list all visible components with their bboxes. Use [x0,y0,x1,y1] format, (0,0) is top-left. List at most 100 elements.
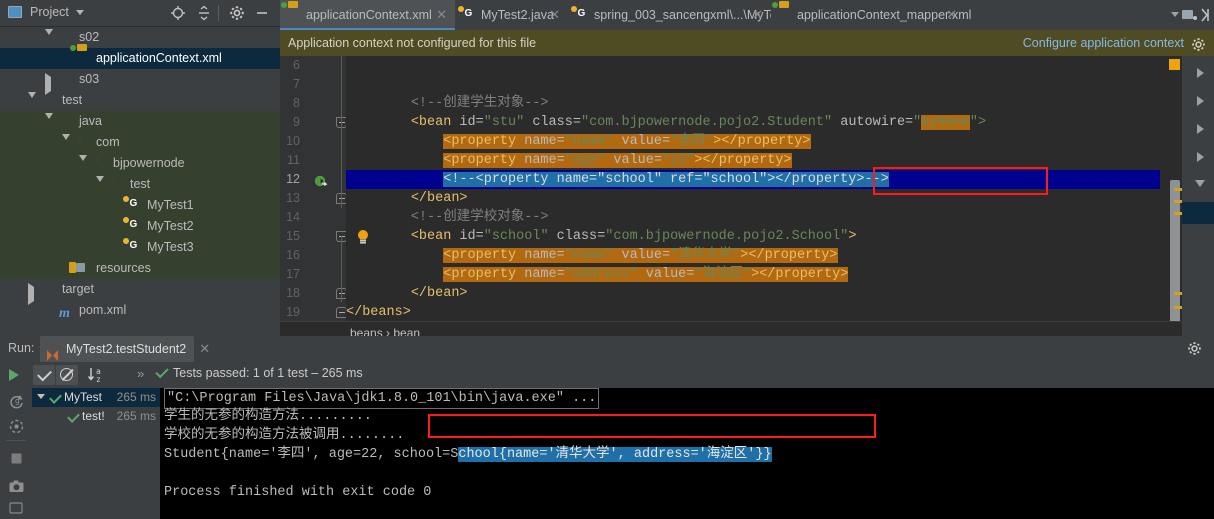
checkmark-icon [49,391,62,404]
rail-expand-icon[interactable] [1197,124,1204,134]
code-token: "name" [564,248,614,263]
chevron-down-icon[interactable] [62,134,70,154]
test-results-tree[interactable]: MyTest 265 ms test! 265 ms [32,388,161,519]
chevron-down-icon[interactable] [45,29,53,49]
code-line-6[interactable] [346,56,1160,75]
tree-item-label: java [79,114,102,128]
expand-chevron-icon[interactable]: » [137,366,144,381]
close-icon[interactable]: ✕ [946,0,957,30]
close-icon[interactable]: ✕ [436,0,447,30]
screenshot-icon[interactable] [8,478,25,495]
tree-item-mytest3[interactable]: G MyTest3 [0,237,280,258]
code-token: ></property> [740,248,838,263]
export-icon[interactable] [8,502,25,519]
code-line-15[interactable]: <bean id="school" class="com.bjpowernode… [346,227,1160,246]
java-class-icon: G [571,6,589,22]
gear-icon[interactable] [1187,341,1202,359]
editor-tab-2[interactable]: Gspring_003_sancengxml\...\MyTest.java ✕ [568,0,813,30]
chevron-down-icon[interactable] [45,113,53,133]
tree-item-mytest1[interactable]: G MyTest1 [0,195,280,216]
module-folder-icon [59,30,74,44]
rerun-automatically-icon[interactable] [8,418,25,435]
editor-tab-1[interactable]: G MyTest2.java ✕ [455,0,568,30]
inspection-status-icon[interactable] [1169,59,1180,70]
tree-item-label: test [130,177,151,191]
code-line-14[interactable]: <!--创建学校对象--> [346,208,1160,227]
code-token: <!--创建学校对象--> [410,210,549,225]
rail-expand-icon[interactable] [1197,68,1204,78]
line-number: 16 [286,248,300,262]
tree-item-test[interactable]: test [0,90,280,112]
tree-item-resources[interactable]: resources [0,258,280,279]
tree-item-com[interactable]: com [0,132,280,154]
resources-folder-icon [69,261,91,275]
code-line-17[interactable]: <property name="address" value="海淀区"></p… [346,265,1160,284]
locate-icon[interactable] [170,5,186,21]
console-output[interactable]: "C:\Program Files\Java\jdk1.8.0_101\bin\… [160,388,1214,519]
close-icon[interactable]: ✕ [752,0,763,30]
tree-item-test[interactable]: test [0,174,280,196]
close-icon[interactable]: ✕ [549,0,560,30]
tree-item-bjpowernode[interactable]: bjpowernode [0,153,280,175]
chevron-down-icon[interactable] [28,92,36,112]
target-folder-icon [42,282,57,296]
code-token: </bean> [410,286,468,301]
rail-expand-icon[interactable] [1197,96,1204,106]
tree-item-label: target [62,282,94,296]
tree-item-mytest2[interactable]: G MyTest2 [0,216,280,237]
collapse-all-icon[interactable] [196,5,212,21]
code-line-16[interactable]: <property name="name" value="清华大学"></pro… [346,246,1160,265]
intention-bulb-icon[interactable] [356,230,370,246]
tree-item-applicationcontext-xml[interactable]: applicationContext.xml [0,48,280,69]
project-tree[interactable]: s02 applicationContext.xml s03 test java com b… [0,27,280,336]
code-token: class= [532,115,581,130]
tree-item-label: pom.xml [79,303,127,317]
editor-tab-0[interactable]: applicationContext.xml ✕ [280,0,455,30]
chevron-down-icon[interactable] [79,155,87,175]
test-tree-row[interactable]: test! 265 ms [32,407,160,426]
line-number: 12 [286,172,300,186]
project-window-icon [8,6,22,18]
chevron-down-icon[interactable] [37,394,45,399]
editor-gutter[interactable]: 6 7 8 9 10 11 12 13 14 15 16 17 18 19 [280,56,347,322]
tree-item-java[interactable]: java [0,111,280,133]
configure-application-context-link[interactable]: Configure application context [1023,30,1184,56]
rail-expand-icon[interactable] [1197,152,1204,162]
code-line-19[interactable]: </beans> [346,303,1160,322]
code-token: class= [556,229,606,244]
gear-icon[interactable] [229,5,245,21]
chevron-down-icon[interactable] [96,176,104,196]
checkmark-icon [67,410,80,423]
code-line-7[interactable] [346,75,1160,94]
tree-item-pom-xml[interactable]: m pom.xml [0,300,280,321]
code-line-18[interactable]: </bean> [346,284,1160,303]
hide-ignored-toggle[interactable] [56,365,78,385]
svg-text:9: 9 [15,398,20,407]
editor-tab-overflow-icon[interactable] [1168,6,1210,24]
sort-alphabetically-icon[interactable]: a z [86,366,106,387]
rail-selected-marker [1182,202,1214,224]
tree-item-s03[interactable]: s03 [0,69,280,95]
code-line-10[interactable]: <property name="name" value="李四"></prope… [346,132,1160,151]
code-line-9[interactable]: <bean id="stu" class="com.bjpowernode.po… [346,113,1160,132]
rerun-icon[interactable] [9,369,19,381]
tree-item-target[interactable]: target [0,279,280,305]
notification-message: Application context not configured for t… [288,36,537,50]
test-tree-row[interactable]: MyTest 265 ms [32,388,160,407]
autowire-attribute-annotation-box [873,167,1048,195]
test-duration: 265 ms [116,390,156,404]
code-editor[interactable]: 6 7 8 9 10 11 12 13 14 15 16 17 18 19 <!--创建学生对象--> <… [280,56,1214,360]
close-icon[interactable]: ✕ [199,336,210,362]
stop-icon[interactable] [8,450,25,467]
show-passed-toggle[interactable] [33,365,55,385]
rerun-failed-icon[interactable]: 9 [8,393,25,410]
minimize-icon[interactable] [254,5,270,21]
code-line-8[interactable]: <!--创建学生对象--> [346,94,1160,113]
tree-item-s02[interactable]: s02 [0,27,280,49]
chevron-down-icon[interactable] [76,10,84,15]
run-configuration-tab[interactable]: MyTest2.testStudent2 ✕ [40,336,210,362]
editor-tab-3[interactable]: applicationContext_mapper.xml ✕ [771,0,971,30]
rail-collapse-icon[interactable] [1195,180,1205,187]
run-bean-gutter-icon[interactable] [314,175,328,188]
